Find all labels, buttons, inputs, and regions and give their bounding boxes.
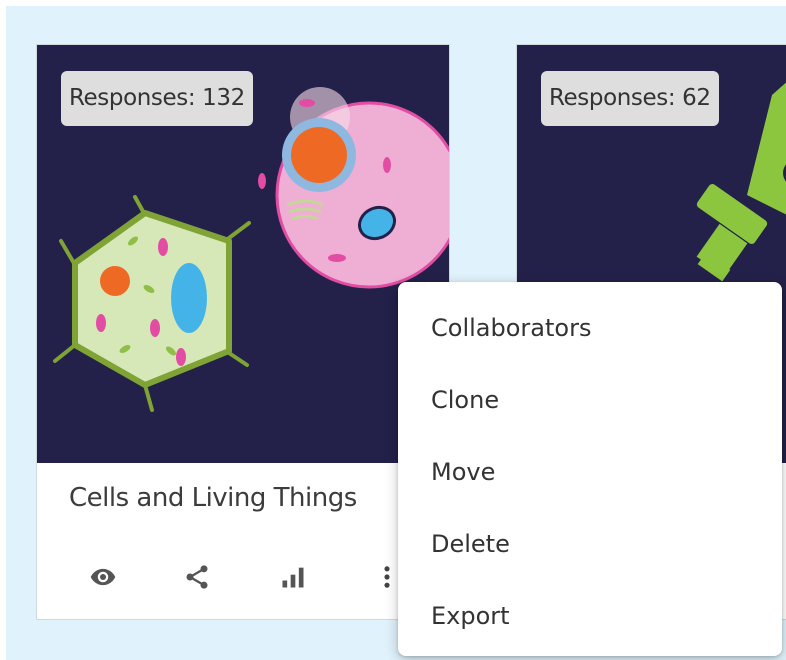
share-icon: [186, 565, 208, 589]
results-button[interactable]: [271, 555, 315, 599]
more-vert-icon: [384, 566, 390, 588]
menu-item-collaborators[interactable]: Collaborators: [398, 292, 782, 364]
card-context-menu: Collaborators Clone Move Delete Export: [398, 282, 782, 656]
quiz-card[interactable]: Responses: 132 Cells and Living Things: [36, 44, 450, 620]
card-image-cells[interactable]: Responses: 132: [37, 45, 449, 463]
responses-badge: Responses: 62: [541, 71, 719, 126]
bar-chart-icon: [282, 567, 304, 588]
responses-badge: Responses: 132: [61, 71, 253, 126]
menu-item-move[interactable]: Move: [398, 436, 782, 508]
preview-button[interactable]: [81, 555, 125, 599]
menu-item-delete[interactable]: Delete: [398, 508, 782, 580]
card-actions: [37, 555, 449, 605]
eye-icon: [90, 568, 116, 586]
menu-item-export[interactable]: Export: [398, 580, 782, 652]
menu-item-clone[interactable]: Clone: [398, 364, 782, 436]
share-button[interactable]: [175, 555, 219, 599]
card-title[interactable]: Cells and Living Things: [69, 483, 357, 513]
